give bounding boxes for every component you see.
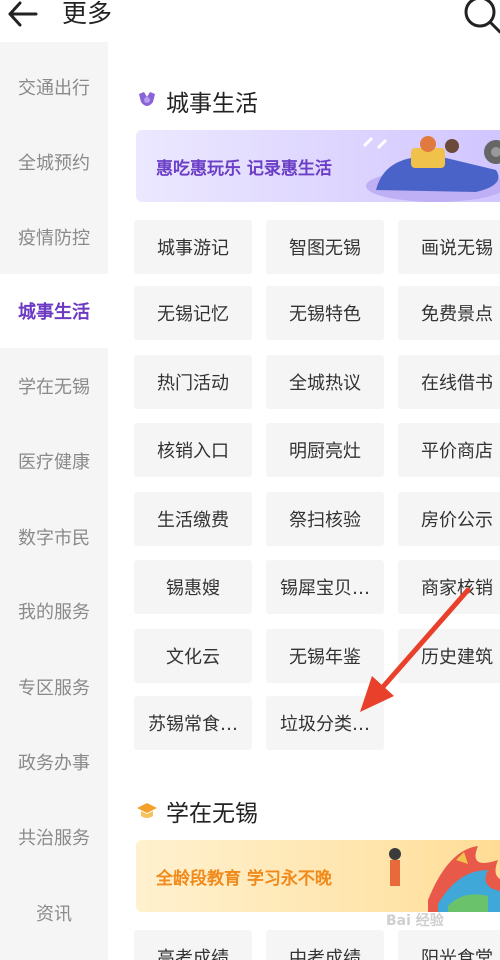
service-tile[interactable]: 在线借书 xyxy=(398,355,500,409)
sidebar-item-co-governance[interactable]: 共治服务 xyxy=(0,800,108,874)
banner-text: 全龄段教育 学习永不晚 xyxy=(156,868,332,889)
page-title: 更多 xyxy=(62,0,113,28)
service-tile[interactable]: 房价公示 xyxy=(398,492,500,546)
service-tile[interactable]: 中考成绩 xyxy=(266,930,384,960)
sidebar-item-epidemic[interactable]: 疫情防控 xyxy=(0,200,108,274)
category-sidebar: 交通出行 全城预约 疫情防控 城事生活 学在无锡 医疗健康 数字市民 我的服务 … xyxy=(0,42,108,960)
banner-illustration xyxy=(389,846,500,912)
sidebar-item-health[interactable]: 医疗健康 xyxy=(0,424,108,498)
service-tile[interactable]: 全城热议 xyxy=(266,355,384,409)
service-tile[interactable]: 历史建筑 xyxy=(398,629,500,683)
section-header-city-life: 城事生活 xyxy=(136,84,258,118)
service-tile[interactable]: 热门活动 xyxy=(134,355,252,409)
banner-illustration xyxy=(362,136,500,202)
service-tile[interactable]: 锡惠嫂 xyxy=(134,560,252,614)
service-tile-garbage-sorting[interactable]: 垃圾分类… xyxy=(266,696,384,750)
top-bar: 更多 xyxy=(0,0,500,42)
service-tile[interactable]: 核销入口 xyxy=(134,423,252,477)
service-tile[interactable]: 文化云 xyxy=(134,629,252,683)
service-tile[interactable]: 画说无锡 xyxy=(398,220,500,274)
service-tile[interactable]: 阳光食堂 xyxy=(398,930,500,960)
search-button[interactable] xyxy=(462,0,500,34)
education-banner[interactable]: 全龄段教育 学习永不晚 xyxy=(136,840,500,912)
search-icon xyxy=(464,0,500,34)
service-tile[interactable]: 智图无锡 xyxy=(266,220,384,274)
sidebar-item-digital-citizen[interactable]: 数字市民 xyxy=(0,500,108,574)
service-tile[interactable]: 高考成绩 xyxy=(134,930,252,960)
graduation-cap-icon xyxy=(137,803,157,818)
sidebar-item-zone-services[interactable]: 专区服务 xyxy=(0,650,108,724)
arrow-left-icon xyxy=(8,1,38,27)
sidebar-item-education[interactable]: 学在无锡 xyxy=(0,349,108,423)
sidebar-item-my-services[interactable]: 我的服务 xyxy=(0,574,108,648)
service-tile[interactable]: 无锡记忆 xyxy=(134,286,252,340)
watermark: Bai 经验 xyxy=(386,913,444,929)
main-content: 城事生活 惠吃惠玩乐 记录惠生活 城事游记 智图无锡 画说无锡 无锡记忆 无锡特… xyxy=(108,42,500,960)
service-tile[interactable]: 城事游记 xyxy=(134,220,252,274)
banner-text: 惠吃惠玩乐 记录惠生活 xyxy=(156,158,332,179)
service-tile[interactable]: 平价商店 xyxy=(398,423,500,477)
service-tile[interactable]: 锡犀宝贝… xyxy=(266,560,384,614)
city-life-banner[interactable]: 惠吃惠玩乐 记录惠生活 xyxy=(136,130,500,202)
service-tile[interactable]: 商家核销 xyxy=(398,560,500,614)
sidebar-item-news[interactable]: 资讯 xyxy=(0,876,108,950)
service-tile[interactable]: 免费景点 xyxy=(398,286,500,340)
sidebar-item-government[interactable]: 政务办事 xyxy=(0,725,108,799)
section-title: 学在无锡 xyxy=(166,801,258,827)
back-button[interactable] xyxy=(6,0,40,32)
sidebar-item-traffic[interactable]: 交通出行 xyxy=(0,50,108,124)
service-tile[interactable]: 明厨亮灶 xyxy=(266,423,384,477)
sidebar-item-reservation[interactable]: 全城预约 xyxy=(0,125,108,199)
flower-icon xyxy=(139,92,155,106)
section-title: 城事生活 xyxy=(166,91,258,117)
section-header-education: 学在无锡 xyxy=(136,794,258,828)
service-tile[interactable]: 无锡特色 xyxy=(266,286,384,340)
service-tile[interactable]: 祭扫核验 xyxy=(266,492,384,546)
service-tile[interactable]: 苏锡常食… xyxy=(134,696,252,750)
service-tile[interactable]: 生活缴费 xyxy=(134,492,252,546)
service-tile[interactable]: 无锡年鉴 xyxy=(266,629,384,683)
sidebar-item-city-life[interactable]: 城事生活 xyxy=(0,274,108,348)
